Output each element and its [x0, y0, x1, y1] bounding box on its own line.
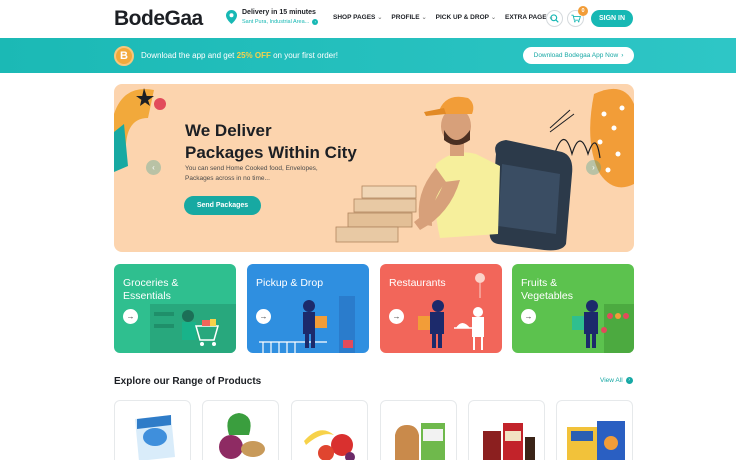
- category-card-pickup-drop[interactable]: Pickup & Drop →: [247, 264, 369, 353]
- nav-profile[interactable]: PROFILE ⌄: [391, 14, 426, 21]
- carousel-prev-button[interactable]: ‹: [146, 160, 161, 175]
- chevron-down-icon: ⌄: [490, 15, 496, 21]
- snacks-image: [567, 421, 625, 460]
- top-header: BodeGaa Delivery in 15 minutes Sant Pura…: [0, 0, 736, 38]
- cart-icon: [570, 14, 581, 23]
- product-card-bakery[interactable]: [380, 400, 457, 460]
- chevron-right-icon: ›: [312, 19, 319, 25]
- hero-banner: We Deliver Packages Within City You can …: [114, 84, 634, 252]
- view-all-link[interactable]: View All ›: [600, 377, 633, 384]
- category-title: Restaurants: [389, 277, 446, 289]
- product-card-beverages[interactable]: [468, 400, 545, 460]
- arrow-right-icon[interactable]: →: [256, 309, 271, 324]
- hero-subtitle: You can send Home Cooked food, Envelopes…: [185, 165, 318, 182]
- nav-shop-pages[interactable]: SHOP PAGES ⌄: [333, 14, 382, 21]
- arrow-right-icon[interactable]: →: [521, 309, 536, 324]
- main-nav: SHOP PAGES ⌄ PROFILE ⌄ PICK UP & DROP ⌄ EXT…: [333, 14, 554, 21]
- bakery-image: [395, 423, 445, 460]
- arrow-right-icon[interactable]: →: [123, 309, 138, 324]
- send-packages-button[interactable]: Send Packages: [184, 196, 261, 215]
- product-card-fruits[interactable]: [291, 400, 368, 460]
- chevron-down-icon: ⌄: [377, 15, 383, 21]
- delivery-location[interactable]: Delivery in 15 minutes Sant Pura, Indust…: [226, 9, 319, 25]
- search-icon: [550, 14, 559, 23]
- beverages-image: [483, 423, 535, 460]
- category-card-groceries[interactable]: Groceries & Essentials →: [114, 264, 236, 353]
- fruits-image: [304, 430, 355, 460]
- product-card-snacks[interactable]: [556, 400, 633, 460]
- arrow-right-icon[interactable]: →: [389, 309, 404, 324]
- category-card-fruits-vegetables[interactable]: Fruits & Vegetables →: [512, 264, 634, 353]
- app-badge-icon: B: [114, 46, 134, 66]
- products-section-title: Explore our Range of Products: [114, 376, 262, 387]
- logo[interactable]: BodeGaa: [114, 7, 203, 31]
- chevron-right-icon: ›: [625, 377, 633, 384]
- category-title: Groceries & Essentials: [123, 277, 179, 302]
- category-card-restaurants[interactable]: Restaurants →: [380, 264, 502, 353]
- cart-count-badge: 0: [578, 6, 588, 16]
- product-card-milk[interactable]: [114, 400, 191, 460]
- category-title: Fruits & Vegetables: [521, 277, 573, 302]
- carousel-next-button[interactable]: ›: [586, 160, 601, 175]
- product-card-vegetables[interactable]: [202, 400, 279, 460]
- delivery-location-text: Sant Pura, Industrial Area...: [242, 19, 310, 25]
- location-pin-icon: [226, 10, 237, 24]
- sign-in-button[interactable]: SIGN IN: [591, 10, 633, 27]
- chevron-right-icon: ›: [592, 163, 595, 172]
- chevron-left-icon: ‹: [152, 163, 155, 172]
- chevron-down-icon: ⌄: [421, 15, 427, 21]
- search-button[interactable]: [546, 10, 563, 27]
- hero-title: We Deliver Packages Within City: [185, 121, 357, 162]
- promo-text: Download the app and get 25% OFF on your…: [141, 51, 339, 60]
- delivery-title: Delivery in 15 minutes: [242, 9, 316, 16]
- vegetables-image: [219, 413, 265, 459]
- chevron-right-icon: ›: [621, 52, 624, 59]
- nav-pickup-drop[interactable]: PICK UP & DROP ⌄: [436, 14, 496, 21]
- download-app-button[interactable]: Download Bodegaa App Now ›: [523, 47, 634, 64]
- milk-packet-image: [135, 415, 175, 460]
- category-title: Pickup & Drop: [256, 277, 324, 289]
- promo-highlight: 25% OFF: [236, 51, 271, 60]
